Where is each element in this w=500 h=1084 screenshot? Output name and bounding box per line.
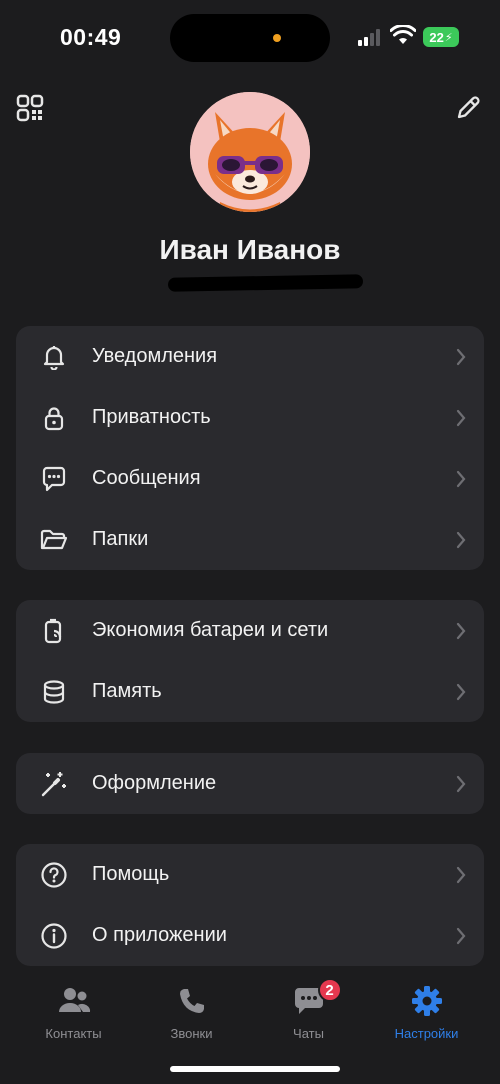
- chevron-right-icon: [456, 683, 466, 700]
- settings-item-label: Папки: [92, 528, 149, 550]
- edit-profile-button[interactable]: [452, 92, 484, 124]
- tab-chats[interactable]: 2 Чаты: [246, 978, 371, 1041]
- pencil-icon: [457, 96, 480, 119]
- settings-item-help[interactable]: Помощь: [16, 844, 484, 905]
- settings-item-appearance[interactable]: Оформление: [16, 753, 484, 814]
- qr-code-button[interactable]: [14, 92, 46, 124]
- folder-icon: [40, 526, 68, 554]
- settings-item-battery-saver[interactable]: Экономия батареи и сети: [16, 600, 484, 661]
- tab-settings[interactable]: Настройки: [364, 984, 489, 1041]
- chat-icon: 2: [292, 978, 342, 1018]
- redacted-phone-number: [167, 274, 364, 292]
- lock-icon: [40, 404, 68, 432]
- settings-item-folders[interactable]: Папки: [16, 509, 484, 570]
- avatar[interactable]: [190, 92, 310, 212]
- contacts-icon: [57, 984, 91, 1018]
- qr-code-icon: [16, 94, 44, 122]
- chevron-right-icon: [456, 348, 466, 365]
- phone-icon: [175, 984, 209, 1018]
- tab-label: Настройки: [394, 1026, 459, 1041]
- settings-item-notifications[interactable]: Уведомления: [16, 326, 484, 387]
- camera-indicator-dot: [273, 34, 281, 42]
- settings-item-label: Приватность: [92, 406, 211, 428]
- info-icon: [40, 922, 68, 950]
- chevron-right-icon: [456, 409, 466, 426]
- help-icon: [40, 861, 68, 889]
- tab-contacts[interactable]: Контакты: [11, 984, 136, 1041]
- chevron-right-icon: [456, 622, 466, 639]
- chevron-right-icon: [456, 775, 466, 792]
- gear-icon: [410, 984, 444, 1018]
- status-time: 00:49: [60, 24, 122, 50]
- settings-item-label: О приложении: [92, 924, 227, 946]
- tab-label: Звонки: [170, 1026, 213, 1041]
- settings-item-label: Уведомления: [92, 345, 218, 367]
- unread-badge: 2: [317, 978, 342, 1002]
- home-indicator: [170, 1066, 340, 1072]
- settings-item-label: Помощь: [92, 863, 170, 885]
- storage-icon: [40, 678, 68, 706]
- cellular-signal-icon: [358, 28, 384, 46]
- battery-level: 22: [429, 29, 444, 45]
- dynamic-island: [170, 14, 330, 62]
- message-icon: [40, 465, 68, 493]
- battery-saver-icon: [40, 617, 68, 645]
- settings-group-appearance: Оформление: [16, 753, 484, 814]
- settings-item-messages[interactable]: Сообщения: [16, 448, 484, 509]
- tab-label: Контакты: [45, 1026, 102, 1041]
- chevron-right-icon: [456, 866, 466, 883]
- chevron-right-icon: [456, 470, 466, 487]
- settings-item-storage[interactable]: Память: [16, 661, 484, 722]
- magic-wand-icon: [40, 770, 68, 798]
- battery-icon: 22 ⚡: [423, 27, 459, 47]
- settings-item-privacy[interactable]: Приватность: [16, 387, 484, 448]
- chevron-right-icon: [456, 531, 466, 548]
- profile-name: Иван Иванов: [159, 234, 341, 265]
- settings-group-support: Помощь О приложении: [16, 844, 484, 966]
- wifi-icon: [389, 24, 417, 50]
- tab-calls[interactable]: Звонки: [129, 984, 254, 1041]
- status-bar: 00:49 22 ⚡: [0, 0, 500, 76]
- settings-group-main: Уведомления Приватность Сообщения Папки: [16, 326, 484, 570]
- settings-item-label: Оформление: [92, 772, 217, 794]
- settings-item-about[interactable]: О приложении: [16, 905, 484, 966]
- settings-item-label: Память: [92, 680, 162, 702]
- settings-item-label: Сообщения: [92, 467, 201, 489]
- tab-label: Чаты: [293, 1026, 324, 1041]
- settings-item-label: Экономия батареи и сети: [92, 619, 329, 641]
- chevron-right-icon: [456, 927, 466, 944]
- settings-group-data: Экономия батареи и сети Память: [16, 600, 484, 722]
- bell-icon: [40, 343, 68, 371]
- fox-avatar-image: [190, 92, 310, 212]
